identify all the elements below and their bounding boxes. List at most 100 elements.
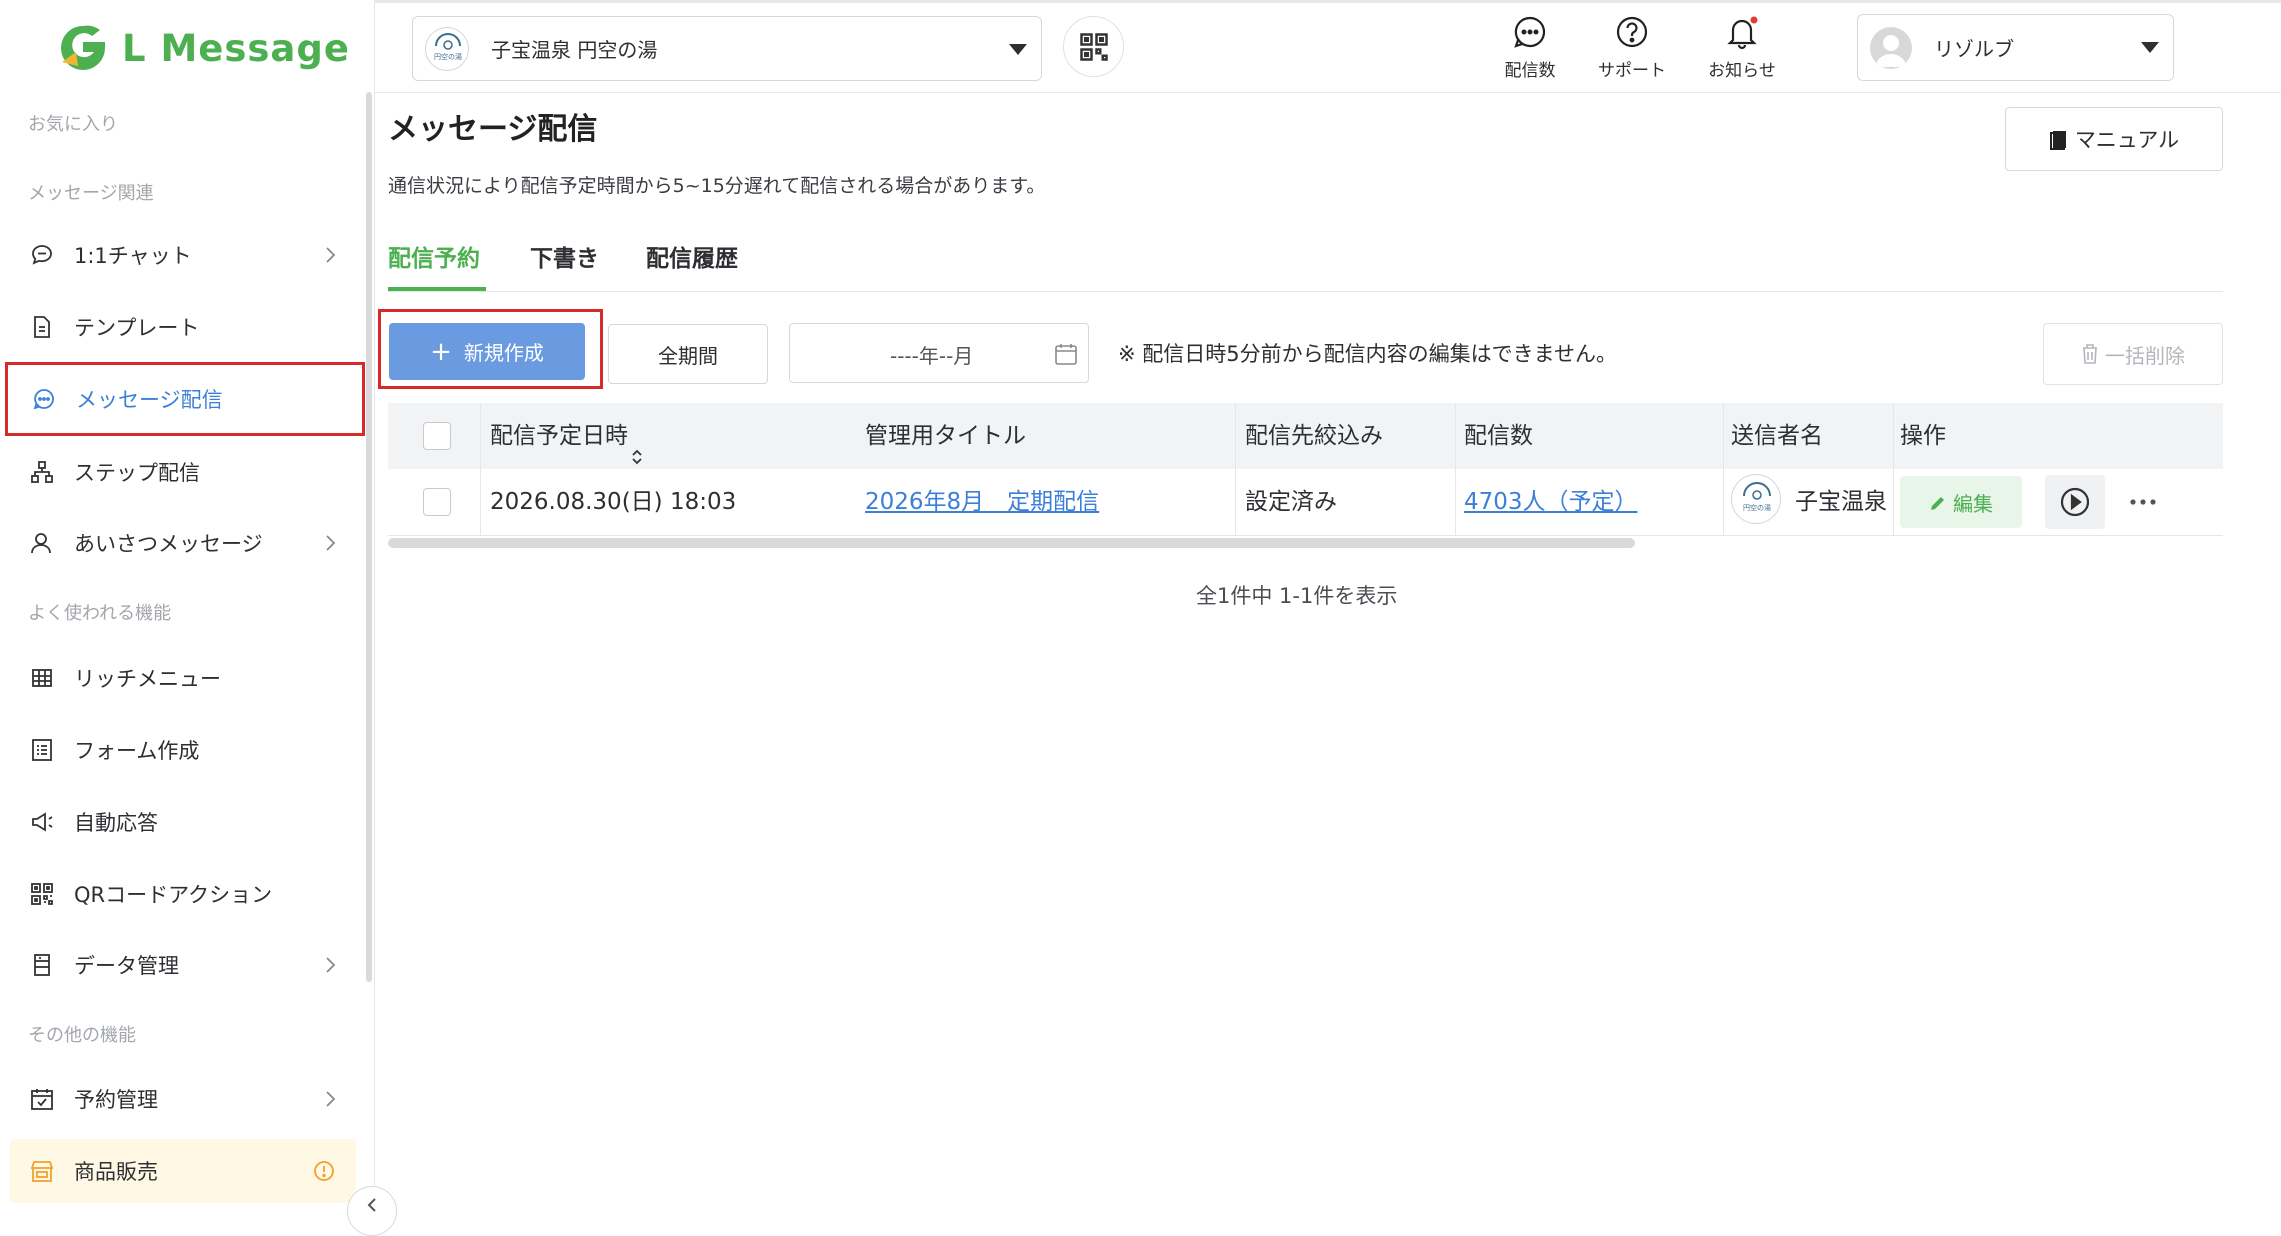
- table-horizontal-scrollbar[interactable]: [388, 538, 1635, 548]
- table-header: 配信予定日時 管理用タイトル 配信先絞込み 配信数 送信者名 操作: [388, 403, 2223, 469]
- sidebar-item-label: テンプレート: [74, 316, 200, 340]
- row-filter: 設定済み: [1245, 489, 1337, 515]
- all-period-button[interactable]: 全期間: [608, 324, 768, 384]
- sidebar-item-label: 自動応答: [74, 811, 158, 835]
- sidebar-item-data[interactable]: データ管理: [12, 933, 362, 997]
- chevron-right-icon: [318, 953, 342, 977]
- column-header-count: 配信数: [1464, 423, 1533, 449]
- chevron-left-icon: [367, 1198, 376, 1212]
- sidebar-item-auto-reply[interactable]: 自動応答: [12, 790, 362, 854]
- row-datetime: 2026.08.30(日) 18:03: [490, 489, 737, 515]
- message-icon: [30, 385, 58, 413]
- user-icon: [28, 529, 56, 557]
- page-title: メッセージ配信: [388, 112, 598, 147]
- delivery-delay-note: 通信状況により配信予定時間から5~15分遅れて配信される場合があります。: [388, 175, 1046, 197]
- edit-button[interactable]: 編集: [1900, 476, 2022, 528]
- app-logo[interactable]: L Message: [56, 20, 350, 76]
- new-create-button[interactable]: + 新規作成: [389, 323, 585, 380]
- tab-drafts[interactable]: 下書き: [530, 239, 599, 273]
- bulk-delete-button[interactable]: 一括削除: [2043, 323, 2223, 385]
- step-icon: [28, 458, 56, 486]
- sidebar-item-label: あいさつメッセージ: [74, 532, 263, 556]
- sidebar-item-label: メッセージ配信: [76, 388, 223, 412]
- more-dots-icon: [2130, 499, 2156, 505]
- sidebar-item-shop[interactable]: 商品販売: [10, 1139, 356, 1203]
- chevron-right-icon: [318, 531, 342, 555]
- book-icon: [2049, 128, 2069, 150]
- sidebar-item-label: データ管理: [74, 954, 179, 978]
- form-icon: [28, 736, 56, 764]
- sidebar-item-label: ステップ配信: [74, 461, 200, 485]
- tab-scheduled[interactable]: 配信予約: [388, 239, 480, 273]
- section-other: その他の機能: [28, 1025, 136, 1046]
- tabs-divider: [388, 291, 2223, 292]
- column-header-label: 配信予定日時: [490, 423, 628, 449]
- section-favorites: お気に入り: [28, 114, 118, 135]
- logo-mark-icon: [56, 22, 110, 74]
- sender-logo-icon: 円空の湯: [1731, 474, 1781, 524]
- grid-icon: [28, 664, 56, 692]
- column-header-sender: 送信者名: [1731, 423, 1823, 449]
- qr-icon: [28, 880, 56, 908]
- preview-button[interactable]: [2045, 475, 2105, 529]
- column-header-filter: 配信先絞込み: [1245, 423, 1383, 449]
- sidebar-item-greeting[interactable]: あいさつメッセージ: [12, 511, 362, 575]
- bulk-delete-label: 一括削除: [2105, 343, 2185, 368]
- sidebar-item-message-delivery[interactable]: メッセージ配信: [5, 362, 365, 436]
- edit-label: 編集: [1953, 491, 1993, 516]
- megaphone-icon: [28, 808, 56, 836]
- sidebar: L Message お気に入り メッセージ関連 1:1チャット テンプレート メ…: [0, 0, 375, 1207]
- calendar-icon[interactable]: [1054, 342, 1078, 366]
- shop-icon: [28, 1157, 56, 1185]
- manual-label: マニュアル: [2074, 128, 2180, 152]
- database-icon: [28, 951, 56, 979]
- tab-history[interactable]: 配信履歴: [646, 239, 738, 273]
- section-message: メッセージ関連: [28, 183, 154, 204]
- sidebar-item-reservation[interactable]: 予約管理: [12, 1067, 362, 1131]
- edit-restriction-note: ※ 配信日時5分前から配信内容の編集はできません。: [1118, 342, 1617, 366]
- select-all-checkbox[interactable]: [423, 422, 451, 450]
- row-sender-name: 子宝温泉: [1795, 489, 1887, 515]
- alert-badge-icon: [312, 1159, 336, 1183]
- sidebar-item-template[interactable]: テンプレート: [12, 295, 362, 359]
- play-icon: [2060, 487, 2090, 517]
- section-common: よく使われる機能: [28, 603, 172, 624]
- row-count-link[interactable]: 4703人（予定）: [1464, 469, 1638, 535]
- sidebar-item-chat[interactable]: 1:1チャット: [12, 223, 362, 287]
- new-create-label: 新規作成: [463, 341, 544, 365]
- chat-bubble-icon: [28, 241, 56, 269]
- sidebar-item-form[interactable]: フォーム作成: [12, 718, 362, 782]
- month-value: ----年--月: [890, 344, 974, 368]
- chevron-right-icon: [318, 243, 342, 267]
- chevron-right-icon: [318, 1087, 342, 1111]
- app-name: L Message: [122, 26, 350, 70]
- calendar-icon: [28, 1085, 56, 1113]
- sidebar-item-label: リッチメニュー: [74, 667, 221, 691]
- sidebar-item-label: QRコードアクション: [74, 883, 273, 907]
- document-icon: [28, 313, 56, 341]
- sidebar-scrollbar[interactable]: [366, 92, 372, 982]
- row-title-link[interactable]: 2026年8月 定期配信: [865, 469, 1099, 535]
- sidebar-item-label: 予約管理: [74, 1088, 158, 1112]
- sidebar-collapse-button[interactable]: [347, 1186, 397, 1236]
- month-picker-input[interactable]: ----年--月: [789, 323, 1089, 383]
- manual-button[interactable]: マニュアル: [2005, 107, 2223, 171]
- column-header-actions: 操作: [1900, 423, 1946, 449]
- column-header-title: 管理用タイトル: [865, 423, 1026, 449]
- sidebar-item-step[interactable]: ステップ配信: [12, 440, 362, 504]
- svg-text:円空の湯: 円空の湯: [1743, 503, 1771, 512]
- sidebar-item-label: 1:1チャット: [74, 244, 192, 268]
- pencil-icon: [1929, 493, 1947, 511]
- pagination-summary: 全1件中 1-1件を表示: [1196, 584, 1398, 608]
- sort-icon[interactable]: [630, 427, 644, 464]
- topbar: [375, 3, 2281, 93]
- more-options-button[interactable]: [2125, 484, 2161, 520]
- sidebar-item-label: フォーム作成: [74, 739, 200, 763]
- plus-icon: +: [430, 336, 452, 367]
- row-checkbox[interactable]: [423, 488, 451, 516]
- sidebar-item-label: 商品販売: [74, 1160, 158, 1184]
- sidebar-item-rich-menu[interactable]: リッチメニュー: [12, 646, 362, 710]
- column-header-datetime[interactable]: 配信予定日時: [490, 403, 644, 469]
- sidebar-item-qr-action[interactable]: QRコードアクション: [12, 862, 362, 926]
- trash-icon: [2081, 343, 2099, 365]
